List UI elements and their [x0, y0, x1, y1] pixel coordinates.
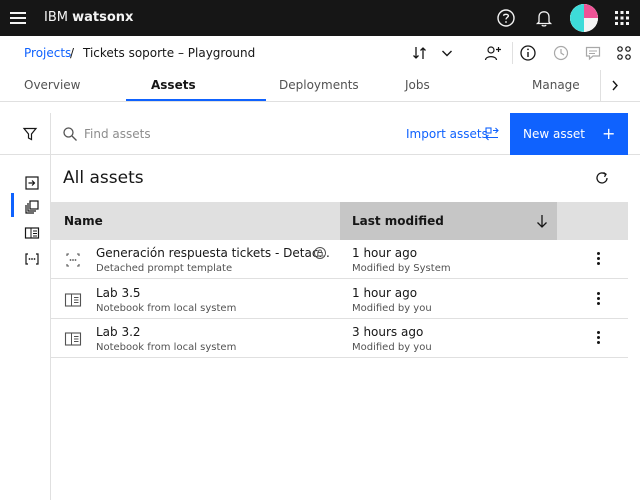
asset-modified-by: Modified by you	[352, 342, 432, 353]
add-collaborator-icon[interactable]	[484, 44, 502, 62]
column-header-name[interactable]: Name	[64, 214, 103, 228]
asset-modified-by: Modified by System	[352, 263, 451, 274]
tab-assets[interactable]: Assets	[151, 78, 196, 92]
asset-modified-by: Modified by you	[352, 303, 432, 314]
asset-modified-time: 1 hour ago	[352, 286, 418, 300]
top-bar: IBM watsonx	[0, 0, 640, 36]
import-export-icon[interactable]	[411, 44, 429, 62]
help-icon[interactable]	[496, 8, 516, 28]
notification-bell-icon[interactable]	[534, 8, 554, 28]
import-assets-label: Import assets	[406, 127, 488, 141]
integrations-icon[interactable]	[615, 44, 633, 62]
breadcrumb-projects-link[interactable]: Projects	[24, 46, 71, 60]
column-header-last-modified-label: Last modified	[352, 214, 444, 228]
info-icon[interactable]	[519, 44, 537, 62]
asset-type-rail	[0, 155, 51, 500]
refresh-icon[interactable]	[594, 170, 610, 186]
brand-product: watsonx	[72, 10, 134, 25]
table-row[interactable]: Generación respuesta tickets - Detac... …	[51, 240, 628, 279]
filter-icon[interactable]	[22, 126, 38, 142]
toolbar-divider	[50, 113, 51, 155]
asset-modified-time: 3 hours ago	[352, 325, 424, 339]
user-avatar[interactable]	[570, 4, 598, 32]
plus-icon: +	[602, 124, 616, 143]
new-asset-label: New asset	[523, 127, 585, 141]
tab-manage[interactable]: Manage	[532, 78, 580, 92]
asset-type: Detached prompt template	[96, 263, 233, 274]
hamburger-menu-icon[interactable]	[10, 10, 26, 26]
history-icon[interactable]	[552, 44, 570, 62]
app-switcher-icon[interactable]	[612, 8, 632, 28]
asset-name[interactable]: Generación respuesta tickets - Detac...	[96, 246, 330, 260]
tab-deployments[interactable]: Deployments	[279, 78, 359, 92]
page-title: All assets	[63, 168, 144, 188]
table-row[interactable]: Lab 3.5 Notebook from local system 1 hou…	[51, 280, 628, 319]
all-assets-icon[interactable]	[24, 199, 40, 215]
detached-prompt-icon	[66, 253, 80, 267]
project-tabs: Overview Assets Deployments Jobs Manage	[0, 70, 640, 102]
notebook-icon	[64, 332, 82, 346]
chevron-down-icon[interactable]	[438, 44, 456, 62]
new-asset-button[interactable]: New asset +	[510, 113, 628, 155]
row-overflow-menu-icon[interactable]	[593, 291, 603, 309]
sort-descending-icon	[537, 215, 547, 228]
tab-overview[interactable]: Overview	[24, 78, 81, 92]
prompt-templates-icon[interactable]	[24, 251, 40, 267]
asset-type: Notebook from local system	[96, 342, 237, 353]
table-header: Name Last modified	[51, 202, 628, 240]
notebook-icon	[64, 293, 82, 307]
search-input[interactable]	[84, 123, 384, 145]
active-tab-indicator	[126, 99, 266, 101]
locked-asset-icon	[314, 247, 326, 259]
import-assets-button[interactable]: Import assets	[400, 113, 508, 155]
column-header-last-modified[interactable]: Last modified	[340, 202, 557, 240]
row-overflow-menu-icon[interactable]	[593, 330, 603, 348]
project-name: Tickets soporte – Playground	[83, 46, 256, 60]
tab-jobs[interactable]: Jobs	[405, 78, 430, 92]
assets-toolbar: Import assets New asset +	[0, 113, 640, 155]
import-icon	[485, 127, 499, 141]
product-brand[interactable]: IBM watsonx	[44, 10, 133, 25]
chevron-right-icon	[612, 80, 618, 91]
notebooks-icon[interactable]	[24, 225, 40, 241]
breadcrumb-separator: /	[70, 46, 75, 60]
breadcrumb: Projects / Tickets soporte – Playground	[0, 36, 640, 70]
row-overflow-menu-icon[interactable]	[593, 251, 603, 269]
search-icon	[63, 127, 77, 141]
asset-modified-time: 1 hour ago	[352, 246, 418, 260]
rail-active-indicator	[11, 193, 14, 217]
asset-name[interactable]: Lab 3.2	[96, 325, 141, 339]
comments-icon[interactable]	[584, 44, 602, 62]
asset-name[interactable]: Lab 3.5	[96, 286, 141, 300]
table-row[interactable]: Lab 3.2 Notebook from local system 3 hou…	[51, 319, 628, 358]
brand-prefix: IBM	[44, 10, 68, 25]
toolbar-divider	[512, 42, 513, 64]
tabs-scroll-right-button[interactable]	[600, 70, 628, 101]
import-to-project-icon[interactable]	[24, 175, 40, 191]
asset-type: Notebook from local system	[96, 303, 237, 314]
